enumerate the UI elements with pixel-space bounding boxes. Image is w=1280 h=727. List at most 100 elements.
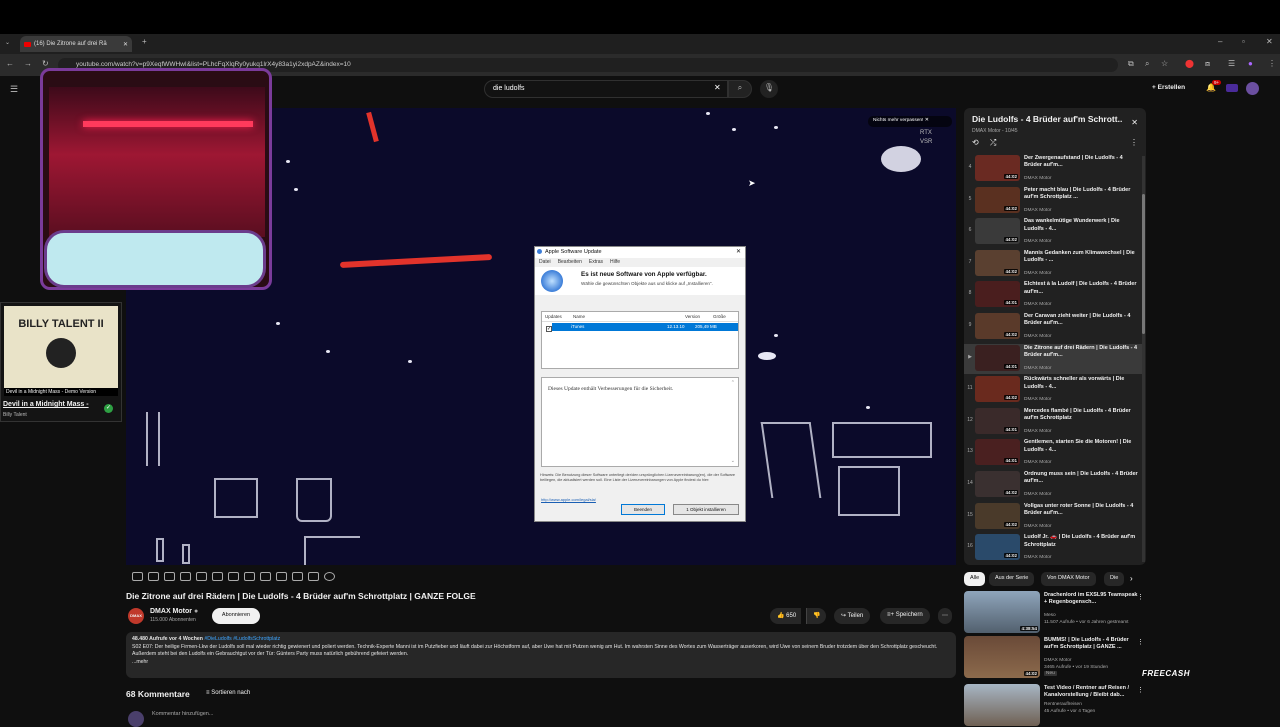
zoom-icon[interactable]: ⌕ [1145,60,1149,68]
browser-tab[interactable]: (16) Die Zitrone auf drei Rä ✕ [20,36,132,52]
theater-icon[interactable] [260,571,271,581]
lab-icon[interactable] [308,571,319,581]
rec-item[interactable]: 44:02 BUMMS! | Die Ludolfs - 4 Brüder au… [964,636,1146,678]
like-button[interactable]: 👍 650 [770,608,802,624]
playlist-item[interactable]: 14 44:02 Ordnung muss sein | Die Ludolfs -… [964,470,1142,500]
back-icon[interactable]: ← [6,60,14,68]
share-button[interactable]: ↪ Teilen [834,608,871,624]
loop-playlist-icon[interactable]: ⟲ [972,138,979,147]
scroll-up-icon[interactable]: ⌃ [731,380,735,386]
chip-channel[interactable]: Von DMAX Motor [1041,572,1096,586]
reload-icon[interactable]: ↻ [42,60,49,68]
tab-list-icon[interactable]: ⌄ [5,40,10,46]
notifications-bell-icon[interactable]: 🔔 [1206,84,1216,92]
playlist-item-channel: DMAX Motor [1024,302,1052,308]
playlist-item[interactable]: 5 44:02 Peter macht blau | Die Ludolfs - 4… [964,186,1142,216]
create-button[interactable]: + Erstellen [1152,84,1185,91]
search-input[interactable]: die ludolfs [484,80,728,98]
playlist-item[interactable]: 12 44:01 Mercedes flambé | Die Ludolfs - 4… [964,407,1142,437]
crop-icon[interactable] [212,571,223,581]
equalizer-icon[interactable] [148,571,159,581]
playlist-item[interactable]: 6 44:02 Das wankelmütige Wunderwerk | Die … [964,217,1142,247]
playlist-item[interactable]: 9 44:02 Der Caravan zieht weiter | Die Lud… [964,312,1142,342]
new-tab-icon[interactable]: + [142,38,147,46]
forward-icon[interactable]: → [24,60,32,68]
chip-all[interactable]: Alle [964,572,986,586]
extension-icon[interactable]: ⧉ [1128,60,1134,68]
playlist-item[interactable]: 8 44:01 Elchtest à la Ludolf | Die Ludolfs… [964,280,1142,310]
twitch-extension-icon[interactable] [1226,84,1238,92]
volume-icon[interactable] [164,571,175,581]
playlist-item[interactable]: ▶ 44:01 Die Zitrone auf drei Rädern | Die … [964,343,1142,374]
notify-overlay[interactable]: Nichts mehr verpassen! ✕ [868,116,952,127]
bookmark-star-icon[interactable]: ☆ [1161,60,1168,68]
dialog-menu-file[interactable]: Datei [539,259,551,266]
rec-more-icon[interactable]: ⋮ [1137,638,1144,646]
license-link[interactable]: http://www.apple.com/legal/sla/ [541,497,596,502]
chip-more[interactable]: Die [1104,572,1124,586]
itunes-row[interactable]: iTunes 12.13.10 205,49 MB [552,323,738,331]
dislike-button[interactable]: 👎 [806,608,827,624]
rec-more-icon[interactable]: ⋮ [1137,686,1144,694]
hashtags[interactable]: #DieLudolfs #LudolfsSchrottplatz [204,636,280,642]
sort-comments-button[interactable]: ≡ Sortieren nach [206,690,250,696]
quit-button[interactable]: Beenden [621,504,665,515]
install-button[interactable]: 1 Objekt installieren [673,504,739,515]
shuffle-icon[interactable]: ⤮ [990,138,996,148]
rec-more-icon[interactable]: ⋮ [1137,593,1144,601]
dialog-menu-help[interactable]: Hilfe [610,259,620,266]
screenshot-icon[interactable] [292,571,303,581]
playlist-item[interactable]: 7 44:02 Mannis Gedanken zum Klimawechsel |… [964,249,1142,279]
mini-player-icon[interactable] [228,571,239,581]
playlist-item[interactable]: 11 44:02 Rückwärts schneller als vorwärts … [964,375,1142,405]
speed-icon[interactable] [244,571,255,581]
loop-icon[interactable] [132,571,143,581]
playlist-item[interactable]: 4 44:02 Der Zwergenaufstand | Die Ludolfs … [964,154,1142,184]
playlist-item[interactable]: 15 44:02 Vollgas unter roter Sonne | Die L… [964,502,1142,532]
freecash-watermark: FREECASH [1142,669,1191,678]
menu-hamburger-icon[interactable]: ☰ [10,85,18,94]
playlist-title[interactable]: Die Ludolfs - 4 Brüder auf'm Schrott... [972,114,1122,124]
dialog-close-icon[interactable]: ✕ [736,248,741,255]
maximize-icon[interactable]: ▫ [1242,38,1245,46]
search-button[interactable]: ⌕ [728,80,752,98]
minimize-icon[interactable]: – [1218,38,1222,46]
extensions-puzzle-icon[interactable]: ⧈ [1205,60,1210,68]
pdf-extension-icon[interactable]: ⬤ [1185,60,1194,68]
sidebar-icon[interactable]: ☰ [1228,60,1235,68]
chip-series[interactable]: Aus der Serie [989,572,1035,586]
playlist-thumbnail: 44:01 [975,281,1020,308]
rec-item[interactable]: 4:38:54 Drachenlord im EXSL95 Teamspeak … [964,591,1146,633]
save-button[interactable]: ≡+ Speichern [880,608,930,624]
filter-icon[interactable] [180,571,191,581]
account-avatar[interactable] [1246,82,1259,95]
close-tab-icon[interactable]: ✕ [123,41,128,48]
channel-name[interactable]: DMAX Motor ● [150,608,198,615]
browser-tab-strip [0,34,1280,54]
profile-icon[interactable]: ● [1248,60,1253,68]
dialog-menu-extras[interactable]: Extras [589,259,603,266]
playlist-item[interactable]: 13 44:01 Gentlemen, starten Sie die Motore… [964,438,1142,468]
playlist-item[interactable]: 16 44:02 Ludolf Jr. 🚗 | Die Ludolfs - 4 Br… [964,533,1142,563]
channel-avatar[interactable]: DMAX [128,608,144,624]
more-actions-button[interactable]: ⋯ [938,608,952,624]
close-playlist-icon[interactable]: ✕ [1131,118,1138,127]
description-box[interactable]: 48.480 Aufrufe vor 4 Wochen #DieLudolfs … [126,632,956,678]
browser-menu-icon[interactable]: ⋮ [1268,60,1276,68]
subscribe-button[interactable]: Abonnieren [212,608,260,624]
playlist-item-index: 15 [967,511,973,518]
popout-icon[interactable] [276,571,287,581]
playlist-scroll-thumb[interactable] [1142,194,1145,334]
settings-gear-icon[interactable] [324,571,335,581]
scroll-down-icon[interactable]: ⌄ [731,458,735,464]
show-more-link[interactable]: ...mehr [132,659,950,667]
close-window-icon[interactable]: ✕ [1266,38,1273,46]
itunes-checkbox[interactable]: ✓ [546,326,552,332]
chips-next-icon[interactable]: › [1130,575,1133,583]
comment-input[interactable]: Kommentar hinzufügen... [152,711,213,717]
screen-icon[interactable] [196,571,207,581]
voice-search-button[interactable]: 🎙 [760,80,778,98]
dialog-menu-edit[interactable]: Bearbeiten [558,259,582,266]
clear-search-icon[interactable]: ✕ [714,84,721,92]
playlist-more-icon[interactable]: ⋮ [1130,138,1138,147]
